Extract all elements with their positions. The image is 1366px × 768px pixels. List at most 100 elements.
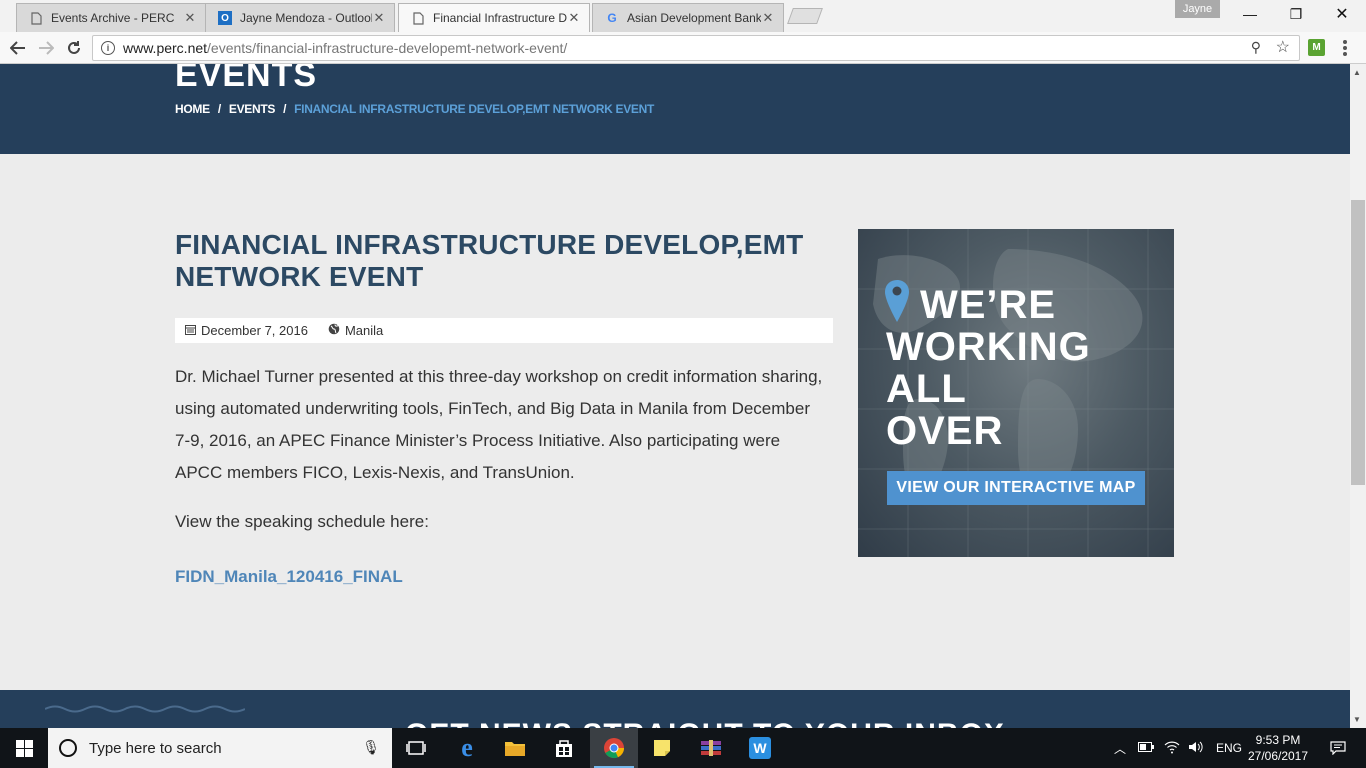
hero-banner: EVENTS HOME / EVENTS / FINANCIAL INFRAST… [0, 64, 1350, 154]
tab-title: Asian Development Bank [627, 11, 761, 25]
ad-headline-line: WE’RE [920, 283, 1057, 327]
notification-icon [1330, 741, 1346, 755]
close-icon[interactable]: ✕ [372, 10, 386, 26]
globe-icon [328, 323, 340, 338]
file-explorer-button[interactable] [491, 728, 539, 768]
outlook-icon: O [218, 11, 232, 25]
wifi-icon[interactable] [1164, 740, 1180, 757]
event-location: Manila [344, 323, 384, 338]
sticky-notes-button[interactable] [638, 728, 686, 768]
newsletter-band: GET NEWS STRAIGHT TO YOUR INBOX [0, 690, 1350, 728]
clock-date: 27/06/2017 [1247, 749, 1309, 763]
browser-toolbar: i www.perc.net /events/financial-infrast… [0, 32, 1366, 64]
page-viewport: EVENTS HOME / EVENTS / FINANCIAL INFRAST… [0, 64, 1350, 728]
ad-headline: WE’RE WORKING ALL OVER [886, 284, 1166, 452]
newsletter-heading: GET NEWS STRAIGHT TO YOUR INBOX [405, 718, 1005, 728]
schedule-text: View the speaking schedule here: [175, 512, 429, 531]
schedule-file-link[interactable]: FIDN_Manila_120416_FINAL [175, 567, 403, 587]
page-icon [411, 11, 425, 25]
url-host: www.perc.net [123, 40, 208, 56]
microphone-icon[interactable]: 🎙 [362, 739, 380, 756]
taskbar-search-box[interactable]: Type here to search 🎙 [48, 728, 392, 768]
winrar-app-button[interactable] [687, 728, 735, 768]
key-icon[interactable]: ⚲ [1251, 39, 1261, 56]
windows-logo-icon [15, 739, 33, 757]
search-placeholder: Type here to search [89, 739, 222, 757]
interactive-map-ad[interactable]: WE’RE WORKING ALL OVER VIEW OUR INTERACT… [858, 229, 1174, 557]
back-arrow-icon [10, 41, 25, 55]
breadcrumb-current: FINANCIAL INFRASTRUCTURE DEVELOP,EMT NET… [294, 102, 655, 116]
view-map-button[interactable]: VIEW OUR INTERACTIVE MAP [887, 471, 1145, 505]
start-button[interactable] [0, 728, 48, 768]
tab-title: Events Archive - PERC [51, 11, 175, 25]
close-icon[interactable]: ✕ [761, 10, 775, 26]
close-window-button[interactable]: ✕ [1319, 0, 1365, 28]
tab-events-archive[interactable]: Events Archive - PERC ✕ [16, 3, 206, 32]
page-title: FINANCIAL INFRASTRUCTURE DEVELOP,EMT NET… [175, 229, 804, 292]
url-path: /events/financial-infrastructure-develop… [207, 40, 568, 56]
windows-taskbar: Type here to search 🎙 e W ︿ ENG 9:53 PM … [0, 728, 1366, 768]
edge-icon: e [461, 733, 473, 762]
scroll-up-icon[interactable]: ▲ [1353, 68, 1361, 77]
scroll-down-icon[interactable]: ▼ [1353, 715, 1361, 724]
minimize-button[interactable]: — [1227, 0, 1273, 28]
scrollbar-thumb[interactable] [1351, 200, 1365, 485]
tab-financial-infrastructure[interactable]: Financial Infrastructure Dev ✕ [398, 3, 590, 32]
volume-icon[interactable] [1188, 740, 1204, 757]
edge-app-button[interactable]: e [443, 728, 491, 768]
back-button[interactable] [6, 36, 30, 60]
page-icon [29, 11, 43, 25]
reload-button[interactable] [62, 36, 86, 60]
restore-button[interactable]: ❐ [1273, 0, 1319, 28]
archive-icon [701, 740, 721, 756]
browser-tab-strip: Events Archive - PERC ✕ O Jayne Mendoza … [0, 0, 1366, 32]
wave-decoration-icon [45, 705, 245, 713]
menu-button[interactable] [1343, 40, 1347, 56]
event-date: December 7, 2016 [201, 323, 308, 338]
google-icon: G [607, 11, 617, 25]
breadcrumb-events[interactable]: EVENTS [229, 102, 276, 116]
store-icon [556, 740, 572, 757]
folder-icon [505, 742, 525, 756]
ad-headline-line: OVER [886, 409, 1004, 453]
new-tab-button[interactable] [787, 8, 823, 24]
calendar-icon [185, 324, 196, 338]
event-meta: December 7, 2016 Manila [175, 318, 833, 343]
tab-asian-development-bank[interactable]: G Asian Development Bank ✕ [592, 3, 784, 32]
hero-title: EVENTS [175, 64, 318, 94]
wps-app-button[interactable]: W [736, 728, 784, 768]
close-icon[interactable]: ✕ [567, 10, 581, 26]
breadcrumb-home[interactable]: HOME [175, 102, 210, 116]
cortana-icon [59, 739, 77, 757]
tab-title: Jayne Mendoza - Outlook [240, 11, 372, 25]
page-scrollbar[interactable]: ▲ ▼ [1350, 64, 1366, 728]
address-bar[interactable]: i www.perc.net /events/financial-infrast… [92, 35, 1300, 61]
breadcrumb: HOME / EVENTS / FINANCIAL INFRASTRUCTURE… [175, 102, 654, 116]
clock-time: 9:53 PM [1255, 733, 1301, 747]
event-description: Dr. Michael Turner presented at this thr… [175, 367, 823, 482]
language-indicator[interactable]: ENG [1216, 741, 1242, 755]
chrome-app-button[interactable] [590, 728, 638, 768]
forward-arrow-icon [39, 41, 54, 55]
store-app-button[interactable] [540, 728, 588, 768]
ad-headline-line: WORKING [886, 325, 1091, 369]
task-view-icon [406, 741, 426, 755]
battery-icon[interactable] [1138, 741, 1155, 755]
forward-button[interactable] [34, 36, 58, 60]
system-tray: ︿ ENG [1114, 728, 1242, 768]
ad-headline-line: ALL [886, 367, 967, 411]
info-icon[interactable]: i [101, 41, 115, 55]
sticky-notes-icon [654, 740, 670, 756]
wps-icon: W [749, 737, 771, 759]
tab-outlook[interactable]: O Jayne Mendoza - Outlook ✕ [205, 3, 395, 32]
show-hidden-icons-icon[interactable]: ︿ [1114, 740, 1126, 757]
close-icon[interactable]: ✕ [183, 10, 197, 26]
star-icon[interactable]: ☆ [1276, 37, 1290, 57]
task-view-button[interactable] [392, 728, 440, 768]
action-center-button[interactable] [1318, 728, 1358, 768]
extension-icon[interactable]: M [1308, 39, 1325, 56]
system-clock[interactable]: 9:53 PM 27/06/2017 [1240, 732, 1316, 764]
profile-button[interactable]: Jayne [1175, 0, 1220, 18]
tab-title: Financial Infrastructure Dev [433, 11, 567, 25]
breadcrumb-separator: / [283, 102, 287, 116]
